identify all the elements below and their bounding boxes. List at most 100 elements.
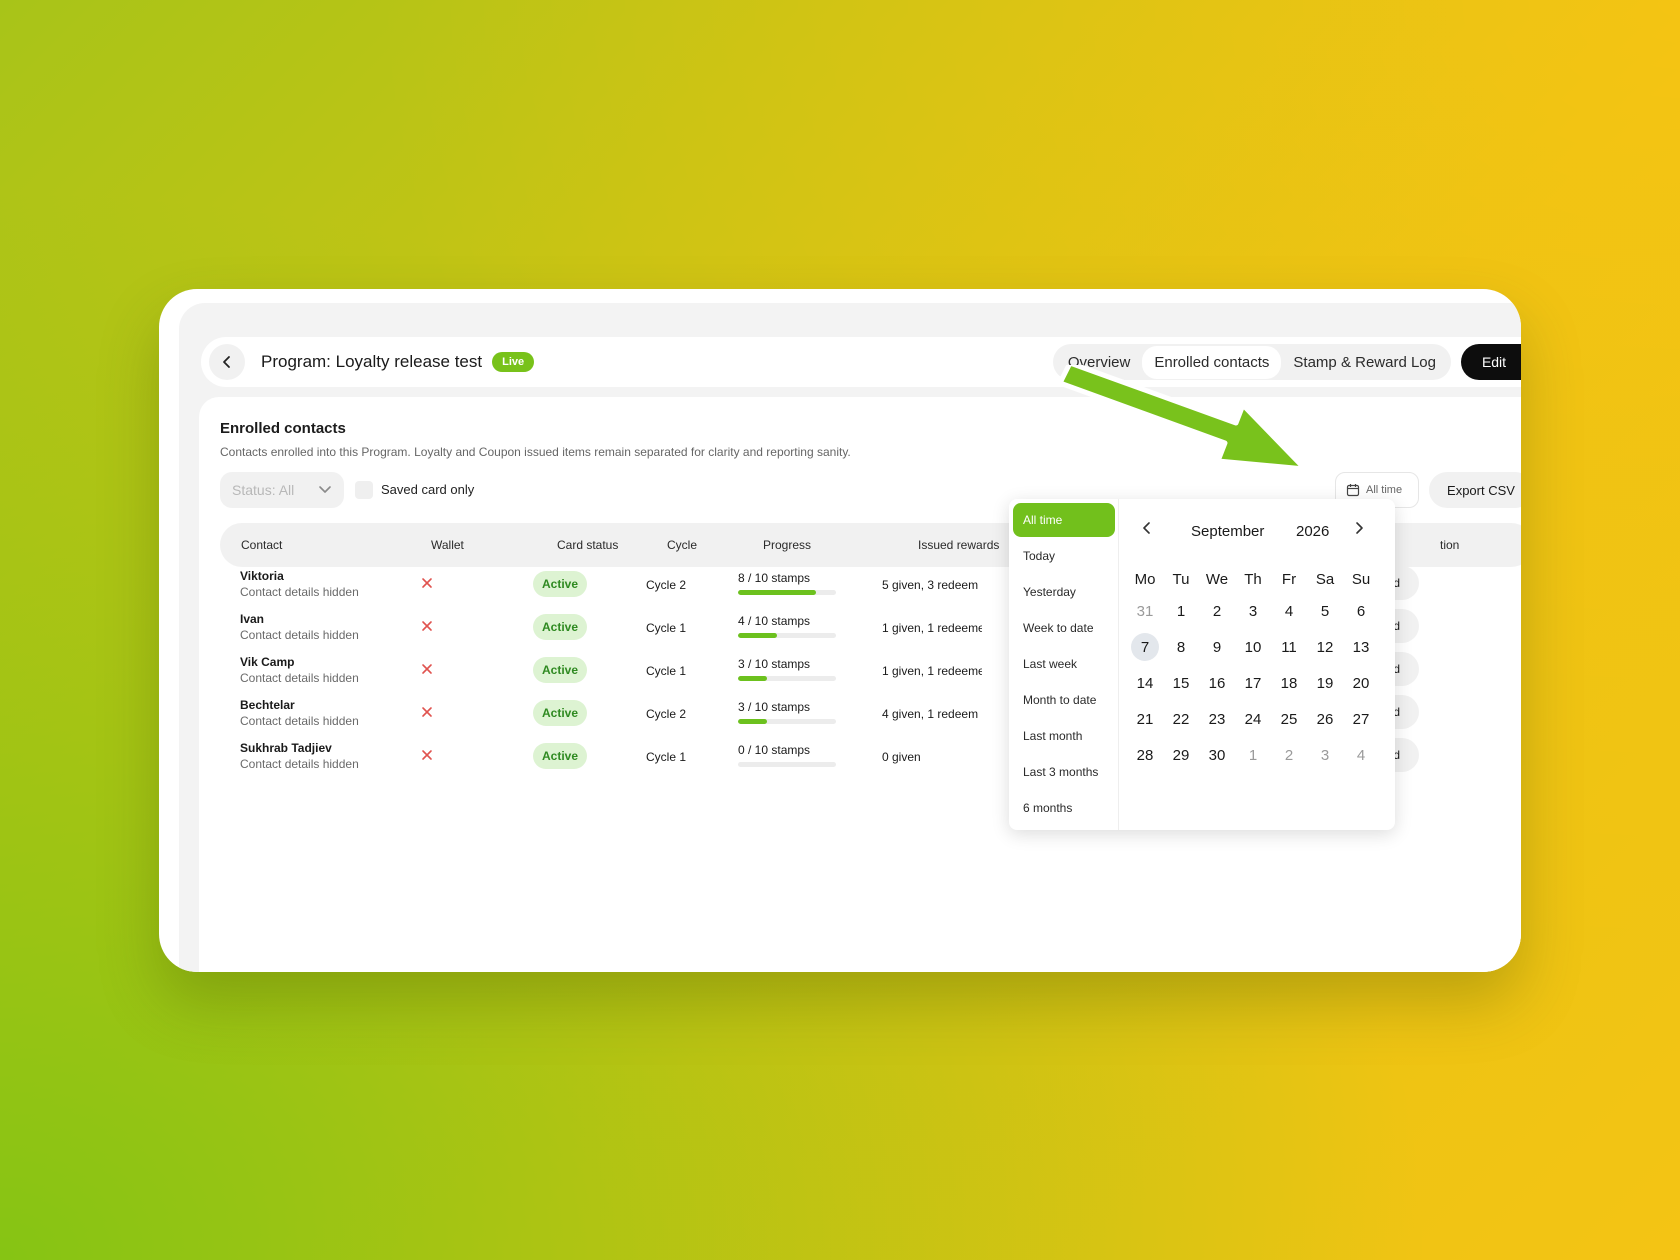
header-bar: Program: Loyalty release test Live Overv… [201, 337, 1521, 387]
calendar-day[interactable]: 2 [1275, 741, 1303, 769]
close-icon [420, 576, 434, 595]
issued-rewards: 0 given [882, 750, 921, 764]
close-icon [420, 662, 434, 681]
chevron-left-icon [223, 356, 230, 368]
issued-rewards: 5 given, 3 redeem [882, 578, 979, 592]
calendar-day[interactable]: 17 [1239, 669, 1267, 697]
preset-option[interactable]: 6 months [1013, 791, 1115, 825]
calendar-day[interactable]: 18 [1275, 669, 1303, 697]
date-range-dropdown: All time Today Yesterday Week to date Last w… [1009, 499, 1395, 830]
export-csv-button[interactable]: Export CSV [1429, 472, 1521, 508]
preset-option[interactable]: All time [1013, 503, 1115, 537]
calendar-day[interactable]: 3 [1311, 741, 1339, 769]
edit-button[interactable]: Edit [1461, 344, 1521, 380]
close-icon [420, 748, 434, 767]
section-title: Enrolled contacts [220, 420, 346, 437]
status-filter-select[interactable]: Status: All [220, 472, 344, 508]
calendar-day[interactable]: 9 [1203, 633, 1231, 661]
preset-option[interactable]: Last 3 months [1013, 755, 1115, 789]
calendar-day[interactable]: 31 [1131, 597, 1159, 625]
preset-option[interactable]: Yesterday [1013, 575, 1115, 609]
saved-card-label: Saved card only [381, 482, 475, 497]
calendar-day[interactable]: 7 [1131, 633, 1159, 661]
progress-bar-fill [738, 676, 768, 681]
calendar-day[interactable]: 25 [1275, 705, 1303, 733]
status-filter-value: Status: All [232, 482, 295, 498]
calendar-day[interactable]: 23 [1203, 705, 1231, 733]
calendar-day[interactable]: 30 [1203, 741, 1231, 769]
annotation-arrow [1057, 365, 1308, 472]
calendar-day[interactable]: 8 [1167, 633, 1195, 661]
calendar-day[interactable]: 19 [1311, 669, 1339, 697]
calendar-day[interactable]: 29 [1167, 741, 1195, 769]
preset-option[interactable]: Week to date [1013, 611, 1115, 645]
close-icon [420, 619, 434, 638]
calendar-day[interactable]: 15 [1167, 669, 1195, 697]
calendar-day[interactable]: 13 [1347, 633, 1375, 661]
contact-name: Viktoria [240, 569, 284, 583]
chevron-left-icon [1143, 522, 1150, 534]
saved-card-checkbox[interactable] [355, 481, 373, 499]
calendar-day[interactable]: 5 [1311, 597, 1339, 625]
column-header-action: tion [1440, 538, 1460, 552]
weekday-label: Sa [1315, 571, 1335, 588]
preset-option[interactable]: Last month [1013, 719, 1115, 753]
back-button[interactable] [209, 344, 245, 380]
calendar-day[interactable]: 11 [1275, 633, 1303, 661]
next-month-button[interactable] [1347, 516, 1371, 540]
calendar-day[interactable]: 1 [1167, 597, 1195, 625]
issued-rewards: 4 given, 1 redeem [882, 707, 979, 721]
progress-text: 0 / 10 stamps [738, 743, 811, 757]
prev-month-button[interactable] [1135, 516, 1159, 540]
calendar-day[interactable]: 2 [1203, 597, 1231, 625]
status-badge: Active [533, 571, 587, 597]
preset-option[interactable]: Last week [1013, 647, 1115, 681]
status-badge: Active [533, 614, 587, 640]
calendar-day[interactable]: 4 [1275, 597, 1303, 625]
calendar-day[interactable]: 12 [1311, 633, 1339, 661]
progress-text: 3 / 10 stamps [738, 657, 811, 671]
chevron-down-icon [319, 486, 331, 493]
cycle-value: Cycle 2 [646, 578, 687, 592]
progress-bar-fill [738, 633, 778, 638]
calendar-day[interactable]: 4 [1347, 741, 1375, 769]
weekday-label: Fr [1281, 571, 1297, 588]
calendar-day[interactable]: 21 [1131, 705, 1159, 733]
calendar-day[interactable]: 28 [1131, 741, 1159, 769]
progress-text: 3 / 10 stamps [738, 700, 811, 714]
contact-name: Ivan [240, 612, 265, 626]
date-range-label: All time [1366, 484, 1403, 496]
calendar-day[interactable]: 10 [1239, 633, 1267, 661]
weekday-label: Tu [1172, 571, 1190, 588]
cycle-value: Cycle 2 [646, 707, 687, 721]
calendar-day[interactable]: 22 [1167, 705, 1195, 733]
chevron-right-icon [1356, 522, 1363, 534]
calendar-day[interactable]: 16 [1203, 669, 1231, 697]
page-title: Program: Loyalty release test [261, 352, 483, 371]
progress-bar [738, 676, 836, 681]
preset-option[interactable]: Month to date [1013, 683, 1115, 717]
calendar-month[interactable]: September [1191, 523, 1264, 540]
calendar-year[interactable]: 2026 [1296, 523, 1329, 540]
column-header-cycle: Cycle [667, 538, 698, 552]
status-badge: Active [533, 657, 587, 683]
calendar-day[interactable]: 1 [1239, 741, 1267, 769]
contact-details: Contact details hidden [240, 714, 359, 728]
calendar-day[interactable]: 14 [1131, 669, 1159, 697]
status-badge: Active [533, 743, 587, 769]
calendar-day[interactable]: 3 [1239, 597, 1267, 625]
close-icon [420, 705, 434, 724]
cycle-value: Cycle 1 [646, 664, 687, 678]
calendar-day[interactable]: 26 [1311, 705, 1339, 733]
issued-rewards: 1 given, 1 redeeme [882, 664, 982, 678]
weekday-label: Th [1244, 571, 1262, 588]
calendar-day[interactable]: 6 [1347, 597, 1375, 625]
progress-text: 4 / 10 stamps [738, 614, 811, 628]
calendar-day[interactable]: 20 [1347, 669, 1375, 697]
calendar-icon [1346, 484, 1360, 497]
progress-bar-fill [738, 719, 768, 724]
calendar-day[interactable]: 27 [1347, 705, 1375, 733]
preset-option[interactable]: Today [1013, 539, 1115, 573]
contact-details: Contact details hidden [240, 671, 359, 685]
calendar-day[interactable]: 24 [1239, 705, 1267, 733]
